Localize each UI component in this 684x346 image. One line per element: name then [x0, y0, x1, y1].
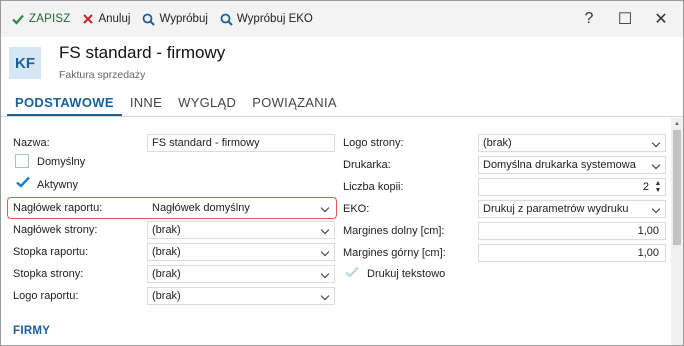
eko-select[interactable]: Drukuj z parametrów wydruku — [478, 200, 666, 218]
page-footer-select[interactable]: (brak) — [147, 265, 335, 283]
header: KF FS standard - firmowy Faktura sprzeda… — [1, 37, 683, 89]
close-icon — [83, 14, 94, 24]
doc-type-badge: KF — [9, 47, 41, 79]
report-footer-select[interactable]: (brak) — [147, 243, 335, 261]
printer-label: Drukarka: — [343, 159, 391, 171]
stepper-arrows-icon[interactable]: ▲ ▼ — [653, 180, 663, 194]
eko-label: EKO: — [343, 203, 370, 215]
report-footer-label: Stopka raportu: — [13, 246, 89, 258]
window: ZAPISZ Anuluj Wypróbuj Wypróbuj EKO ? ☐ … — [0, 0, 684, 346]
help-button[interactable]: ? — [571, 4, 607, 34]
tab-relations[interactable]: POWIĄZANIA — [244, 95, 345, 116]
copies-label: Liczba kopii: — [343, 181, 404, 193]
vertical-scrollbar[interactable]: ▲ — [671, 118, 683, 345]
scroll-thumb[interactable] — [673, 130, 681, 245]
save-label: ZAPISZ — [29, 13, 71, 25]
tab-other[interactable]: INNE — [122, 95, 170, 116]
default-checkbox[interactable] — [15, 154, 29, 168]
try-eko-label: Wypróbuj EKO — [236, 13, 313, 25]
save-button[interactable]: ZAPISZ — [5, 5, 76, 33]
name-input[interactable]: FS standard - firmowy — [147, 134, 335, 152]
printer-select[interactable]: Domyślna drukarka systemowa — [478, 156, 666, 174]
margin-top-input[interactable]: 1,00 — [478, 244, 666, 262]
toolbar: ZAPISZ Anuluj Wypróbuj Wypróbuj EKO ? ☐ … — [1, 1, 683, 37]
try-eko-button[interactable]: Wypróbuj EKO — [214, 5, 319, 33]
tab-appearance[interactable]: WYGLĄD — [170, 95, 244, 116]
report-header-select[interactable]: Nagłówek domyślny — [147, 199, 335, 217]
page-title: FS standard - firmowy — [59, 43, 226, 62]
close-button[interactable]: ✕ — [643, 4, 679, 34]
page-header-label: Nagłówek strony: — [13, 224, 98, 236]
active-label: Aktywny — [37, 179, 78, 191]
search-icon — [220, 13, 233, 26]
search-icon — [143, 13, 156, 26]
tab-bar: PODSTAWOWE INNE WYGLĄD POWIĄZANIA — [1, 89, 683, 117]
margin-bottom-label: Margines dolny [cm]: — [343, 225, 445, 237]
cancel-label: Anuluj — [98, 13, 131, 25]
default-label: Domyślny — [37, 156, 86, 168]
try-label: Wypróbuj — [159, 13, 208, 25]
report-logo-select[interactable]: (brak) — [147, 287, 335, 305]
page-footer-label: Stopka strony: — [13, 268, 84, 280]
maximize-button[interactable]: ☐ — [607, 4, 643, 34]
margin-bottom-input[interactable]: 1,00 — [478, 222, 666, 240]
report-header-label: Nagłówek raportu: — [13, 202, 103, 214]
copies-stepper[interactable]: 2 ▲ ▼ — [478, 178, 666, 196]
report-logo-label: Logo raportu: — [13, 290, 79, 302]
page-logo-label: Logo strony: — [343, 137, 404, 149]
page-logo-select[interactable]: (brak) — [478, 134, 666, 152]
tab-basic[interactable]: PODSTAWOWE — [7, 95, 122, 116]
name-label: Nazwa: — [13, 137, 50, 149]
active-checkbox[interactable] — [15, 175, 31, 189]
try-button[interactable]: Wypróbuj — [136, 5, 213, 33]
page-header-select[interactable]: (brak) — [147, 221, 335, 239]
section-title-firms: FIRMY — [13, 325, 51, 337]
scroll-up-icon[interactable]: ▲ — [673, 120, 681, 128]
print-text-label: Drukuj tekstowo — [367, 268, 446, 280]
copies-value: 2 — [642, 181, 649, 193]
form-content: Nazwa: FS standard - firmowy Domyślny Ak… — [1, 118, 671, 345]
check-icon — [12, 14, 24, 25]
margin-top-label: Margines górny [cm]: — [343, 247, 446, 259]
print-text-checkbox[interactable] — [344, 265, 360, 279]
page-subtitle: Faktura sprzedaży — [59, 69, 146, 81]
cancel-button[interactable]: Anuluj — [76, 5, 136, 33]
